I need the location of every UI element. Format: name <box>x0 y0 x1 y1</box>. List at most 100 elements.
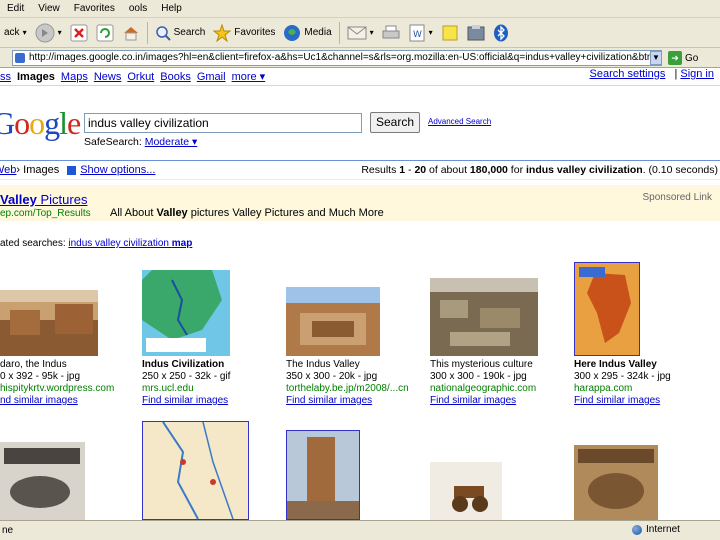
notes-button[interactable] <box>437 20 463 46</box>
menu-favorites[interactable]: Favorites <box>67 3 122 14</box>
stop-icon <box>70 24 88 41</box>
svg-text:W: W <box>413 30 422 40</box>
chevron-down-icon: ▾ <box>428 28 433 37</box>
stats-total: 180,000 <box>469 164 508 176</box>
notes-icon <box>442 25 458 40</box>
image-result-thumb[interactable] <box>0 290 98 356</box>
map-thumbnail <box>143 422 248 519</box>
menu-view[interactable]: View <box>31 3 67 14</box>
find-similar-link[interactable]: Find similar images <box>574 395 660 407</box>
map-thumbnail <box>142 270 230 356</box>
show-options-link[interactable]: Show options... <box>80 164 155 176</box>
search-submit-button[interactable]: Search <box>370 112 420 133</box>
address-bar: http://images.google.co.in/images?hl=en&… <box>0 48 720 68</box>
find-similar-link[interactable]: Find similar images <box>142 395 228 407</box>
favorites-button[interactable]: Favorites <box>209 20 279 46</box>
sign-in-link[interactable]: Sign in <box>680 68 714 80</box>
image-result-thumb[interactable] <box>0 442 85 520</box>
go-arrow-icon: ➜ <box>668 51 682 65</box>
google-nav-item: Images <box>17 70 55 83</box>
related-search-link[interactable]: indus valley civilization map <box>68 238 192 249</box>
google-nav-item[interactable]: Books <box>160 71 191 83</box>
web-link[interactable]: Web <box>0 164 16 176</box>
menu-edit[interactable]: Edit <box>0 3 31 14</box>
sponsored-ad: Valley Pictures ep.com/Top_Results All A… <box>0 185 720 221</box>
back-label: ack <box>4 27 20 38</box>
globe-icon <box>632 524 642 535</box>
search-settings-link[interactable]: Search settings <box>590 68 666 80</box>
google-nav-item[interactable]: Maps <box>61 71 88 83</box>
go-label: Go <box>685 52 699 64</box>
sponsored-label: Sponsored Link <box>642 192 713 203</box>
cart-thumbnail <box>430 462 502 520</box>
google-nav-item[interactable]: Orkut <box>127 71 154 83</box>
media-label: Media <box>304 27 332 38</box>
google-nav-item[interactable]: more ▾ <box>232 71 266 83</box>
printer-icon <box>382 25 400 38</box>
google-nav-item[interactable]: Gmail <box>197 71 226 83</box>
research-button[interactable] <box>463 20 489 46</box>
nav-divider <box>0 85 720 86</box>
toolbar-divider <box>146 21 148 44</box>
menu-tools[interactable]: ools <box>122 3 154 14</box>
advanced-search-link[interactable]: Advanced Search <box>428 117 491 126</box>
image-title: Indus Civilization <box>142 359 225 370</box>
image-result-thumb[interactable] <box>142 421 249 520</box>
stats-prefix: Results <box>361 164 400 176</box>
address-input[interactable]: http://images.google.co.in/images?hl=en&… <box>12 50 662 66</box>
ruins-thumbnail <box>286 287 380 356</box>
chevron-down-icon[interactable]: ▾ <box>23 28 27 37</box>
google-nav-items: ss Images Maps News Orkut Books Gmail more ▾ <box>0 70 271 83</box>
image-result-thumb[interactable] <box>142 270 230 356</box>
refresh-button[interactable] <box>92 20 118 46</box>
google-nav-bar: ss Images Maps News Orkut Books Gmail more ▾ Se… <box>0 68 720 84</box>
ad-description: All About Valley pictures Valley Picture… <box>110 207 384 219</box>
ad-desc-pre: All About <box>110 207 157 219</box>
media-button[interactable]: Media <box>279 20 335 46</box>
research-icon <box>467 24 485 40</box>
home-button[interactable] <box>118 20 144 46</box>
find-similar-link[interactable]: Find similar images <box>286 395 372 407</box>
zone-label: Internet <box>646 524 680 535</box>
safesearch-control: SafeSearch: Moderate ▾ <box>84 136 197 148</box>
results-stats: Results 1 - 20 of about 180,000 for indu… <box>361 164 718 176</box>
bluetooth-button[interactable] <box>489 20 513 46</box>
image-dimensions: 300 x 295 - 324k - jpg <box>574 371 671 382</box>
ad-title-rest: Pictures <box>36 192 88 207</box>
safesearch-label: SafeSearch: <box>84 136 142 148</box>
image-result-thumb[interactable] <box>430 462 502 520</box>
print-button[interactable] <box>378 20 404 46</box>
back-button[interactable]: ack ▾ <box>0 20 31 46</box>
forward-icon <box>35 23 55 42</box>
plus-icon[interactable] <box>67 165 77 175</box>
image-result-thumb[interactable] <box>574 262 640 356</box>
image-result-thumb[interactable] <box>430 278 538 356</box>
image-result-thumb[interactable] <box>574 445 658 520</box>
safesearch-dropdown[interactable]: Moderate ▾ <box>145 136 198 148</box>
chevron-down-icon: ▾ <box>57 28 62 37</box>
image-dimensions: 0 x 392 - 95k - jpg <box>0 371 81 382</box>
ad-title-link[interactable]: Valley Pictures <box>0 192 87 207</box>
home-icon <box>123 26 138 40</box>
image-result-thumb[interactable] <box>286 287 380 356</box>
image-dimensions: 250 x 250 - 32k - gif <box>142 371 231 382</box>
image-source-url: nationalgeographic.com <box>430 383 537 394</box>
mail-button[interactable]: ▾ <box>343 20 378 46</box>
menu-help[interactable]: Help <box>154 3 189 14</box>
image-dimensions: 300 x 300 - 190k - jpg <box>430 371 527 382</box>
search-button[interactable]: Search <box>151 20 210 46</box>
find-similar-link[interactable]: nd similar images <box>0 395 78 407</box>
edit-button[interactable]: W ▾ <box>404 20 437 46</box>
stop-button[interactable] <box>66 20 92 46</box>
google-nav-item[interactable]: News <box>94 71 122 83</box>
forward-button[interactable]: ▾ <box>31 20 66 46</box>
image-result-thumb[interactable] <box>286 430 360 520</box>
find-similar-link[interactable]: Find similar images <box>430 395 516 407</box>
google-logo[interactable]: Google <box>0 105 81 142</box>
google-nav-item[interactable]: ss <box>0 71 11 83</box>
ad-url: ep.com/Top_Results <box>0 208 91 219</box>
stats-mid: of about <box>426 164 470 176</box>
search-input[interactable]: indus valley civilization <box>84 113 362 133</box>
go-button[interactable]: ➜ Go <box>668 51 698 65</box>
address-dropdown-button[interactable]: ▼ <box>650 51 662 65</box>
